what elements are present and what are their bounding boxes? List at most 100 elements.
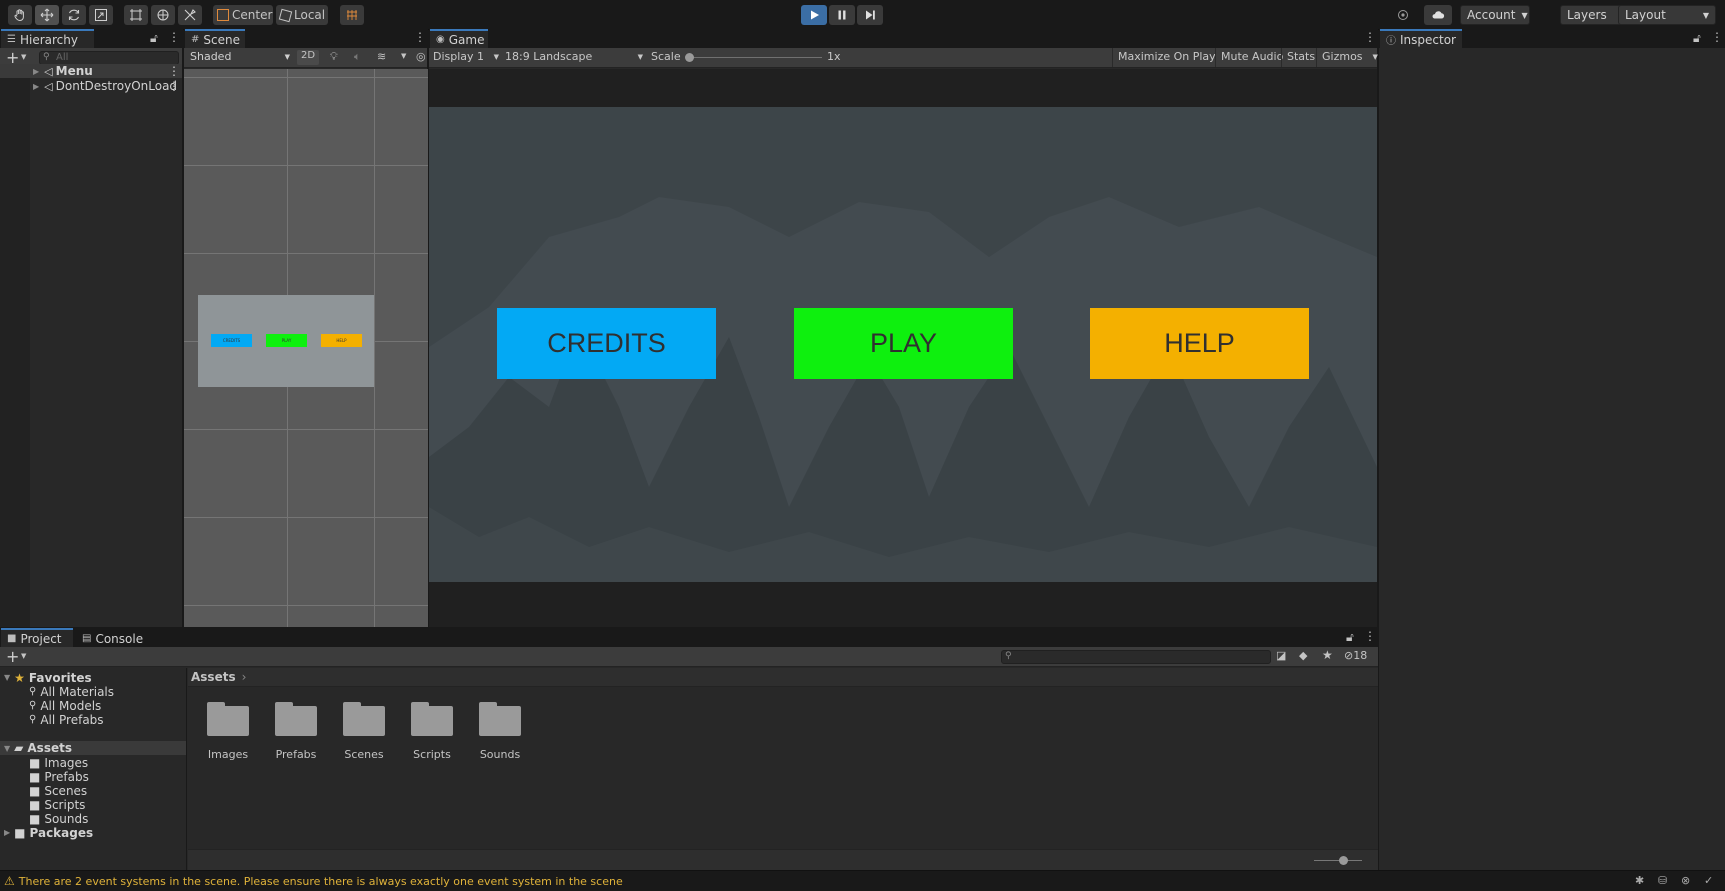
scale-slider-thumb[interactable] <box>685 53 694 62</box>
gizmos-toggle[interactable]: Gizmos ▼ <box>1316 48 1383 67</box>
hand-tool-button[interactable] <box>8 5 32 25</box>
move-tool-button[interactable] <box>35 5 59 25</box>
hierarchy-item-menu[interactable]: ▶ ◁ Menu ⋮ <box>0 64 182 78</box>
asset-folder-item[interactable]: ■ Sounds <box>0 812 186 826</box>
custom-tool-button[interactable] <box>178 5 202 25</box>
tab-project[interactable]: ■ Project <box>1 628 73 647</box>
audio-icon[interactable]: 🔈︎ <box>354 50 361 64</box>
project-tabbar: ■ Project ▤ Console 🔓︎ ⋮ <box>0 628 1378 647</box>
cache-icon[interactable]: ⛁ <box>1658 874 1667 887</box>
caret-down-icon[interactable]: ▼ <box>21 652 26 660</box>
icon-size-slider-track[interactable] <box>1314 860 1362 861</box>
grid-line <box>184 605 428 606</box>
kebab-menu-icon[interactable]: ⋮ <box>1364 30 1376 44</box>
lock-icon[interactable]: 🔓︎ <box>150 31 158 46</box>
hierarchy-search-input[interactable]: ⚲ All <box>39 51 179 65</box>
asset-folder-prefabs[interactable]: Prefabs <box>265 702 327 761</box>
tab-game[interactable]: ◉ Game <box>430 29 488 48</box>
favorites-row[interactable]: ▼ ★ Favorites <box>0 671 186 685</box>
caret-down-icon[interactable]: ▼ <box>401 52 406 60</box>
folder-icon <box>343 702 385 736</box>
asset-folder-item[interactable]: ■ Scenes <box>0 784 186 798</box>
asset-folder-images[interactable]: Images <box>197 702 259 761</box>
asset-folder-scenes[interactable]: Scenes <box>333 702 395 761</box>
transform-tool-button[interactable] <box>151 5 175 25</box>
favorite-item[interactable]: ⚲ All Materials <box>0 685 186 699</box>
assets-row[interactable]: ▼ ▰ Assets <box>0 741 186 755</box>
grid-snap-button[interactable] <box>340 5 364 25</box>
display-dropdown[interactable]: Display 1 ▼ <box>433 50 499 63</box>
shading-mode-dropdown[interactable]: Shaded ▼ <box>186 50 290 65</box>
tab-console[interactable]: ▤ Console <box>76 628 148 647</box>
packages-row[interactable]: ▶ ■ Packages <box>0 826 186 840</box>
play-game-button[interactable]: PLAY <box>794 308 1013 379</box>
pause-button[interactable] <box>829 5 855 25</box>
debug-mode-icon[interactable]: ✱ <box>1635 874 1644 887</box>
mode-2d-toggle[interactable]: 2D <box>297 50 319 65</box>
asset-folder-sounds[interactable]: Sounds <box>469 702 531 761</box>
breadcrumb-item[interactable]: Assets <box>191 670 236 684</box>
project-search-input[interactable]: ⚲ <box>1001 650 1271 664</box>
kebab-menu-icon[interactable]: ⋮ <box>168 64 180 78</box>
expand-arrow-icon[interactable]: ▶ <box>33 82 39 91</box>
expand-arrow-icon[interactable]: ▶ <box>33 67 39 76</box>
asset-folder-item[interactable]: ■ Scripts <box>0 798 186 812</box>
pivot-toggle-button[interactable]: Center <box>213 5 273 25</box>
lighting-icon[interactable]: 💡︎ <box>330 50 338 64</box>
hidden-objects-icon[interactable]: ◎ <box>416 50 426 63</box>
stats-toggle[interactable]: Stats <box>1281 48 1320 67</box>
tab-inspector[interactable]: ⓘ Inspector <box>1380 29 1462 48</box>
favorite-item[interactable]: ⚲ All Prefabs <box>0 713 186 727</box>
scene-viewport[interactable]: CREDITS PLAY HELP <box>184 69 428 627</box>
scale-slider-track[interactable] <box>688 57 822 58</box>
layout-dropdown[interactable]: Layout ▼ <box>1618 5 1716 25</box>
help-button[interactable]: HELP <box>1090 308 1309 379</box>
hierarchy-item-dontdestroyonload[interactable]: ▶ ◁ DontDestroyOnLoad ⋮ <box>0 79 182 93</box>
asset-folder-item[interactable]: ■ Prefabs <box>0 770 186 784</box>
tab-hierarchy[interactable]: ☰ Hierarchy <box>1 29 94 48</box>
play-button[interactable] <box>801 5 827 25</box>
kebab-menu-icon[interactable]: ⋮ <box>168 30 180 44</box>
add-icon[interactable]: + <box>6 647 19 666</box>
account-dropdown[interactable]: Account ▼ <box>1460 5 1530 25</box>
credits-button[interactable]: CREDITS <box>497 308 716 379</box>
lock-icon[interactable]: 🔓︎ <box>1693 31 1701 46</box>
aspect-dropdown[interactable]: 18:9 Landscape ▼ <box>505 50 643 63</box>
expand-arrow-icon[interactable]: ▶ <box>4 828 10 837</box>
star-icon[interactable]: ★ <box>1322 648 1333 662</box>
expand-arrow-icon[interactable]: ▼ <box>4 673 10 682</box>
scale-tool-button[interactable] <box>89 5 113 25</box>
mini-play-label: PLAY <box>281 338 292 343</box>
space-toggle-button[interactable]: Local <box>276 5 328 25</box>
caret-down-icon[interactable]: ▼ <box>21 53 26 61</box>
game-view[interactable]: CREDITS PLAY HELP <box>429 69 1377 627</box>
favorite-item[interactable]: ⚲ All Models <box>0 699 186 713</box>
kebab-menu-icon[interactable]: ⋮ <box>414 30 426 44</box>
hidden-count[interactable]: ⊘18 <box>1344 649 1367 662</box>
kebab-menu-icon[interactable]: ⋮ <box>168 79 180 93</box>
expand-arrow-icon[interactable]: ▼ <box>4 744 10 753</box>
auto-generate-lighting-icon[interactable]: ⊗ <box>1681 874 1690 887</box>
tab-scene[interactable]: # Scene <box>185 29 245 48</box>
search-icon: ⚲ <box>29 686 37 697</box>
mute-label: Mute Audio <box>1221 50 1284 63</box>
maximize-on-play-toggle[interactable]: Maximize On Play <box>1112 48 1221 67</box>
collab-button[interactable] <box>1390 5 1416 25</box>
cloud-button[interactable] <box>1424 5 1452 25</box>
kebab-menu-icon[interactable]: ⋮ <box>1364 629 1376 643</box>
asset-folder-item[interactable]: ■ Images <box>0 756 186 770</box>
mute-audio-toggle[interactable]: Mute Audio <box>1215 48 1288 67</box>
step-button[interactable] <box>857 5 883 25</box>
lock-icon[interactable]: 🔓︎ <box>1346 630 1354 645</box>
label-tag-icon[interactable]: ◆ <box>1299 649 1307 662</box>
icon-size-slider-thumb[interactable] <box>1339 856 1348 865</box>
status-ok-icon[interactable]: ✓ <box>1704 874 1713 887</box>
asset-folder-scripts[interactable]: Scripts <box>401 702 463 761</box>
filter-type-icon[interactable]: ◪ <box>1276 649 1286 662</box>
mini-play-button: PLAY <box>266 334 307 347</box>
rotate-tool-button[interactable] <box>62 5 86 25</box>
status-message[interactable]: There are 2 event systems in the scene. … <box>19 875 623 888</box>
rect-tool-button[interactable] <box>124 5 148 25</box>
kebab-menu-icon[interactable]: ⋮ <box>1711 30 1723 44</box>
effects-icon[interactable]: ≋ <box>377 50 386 63</box>
